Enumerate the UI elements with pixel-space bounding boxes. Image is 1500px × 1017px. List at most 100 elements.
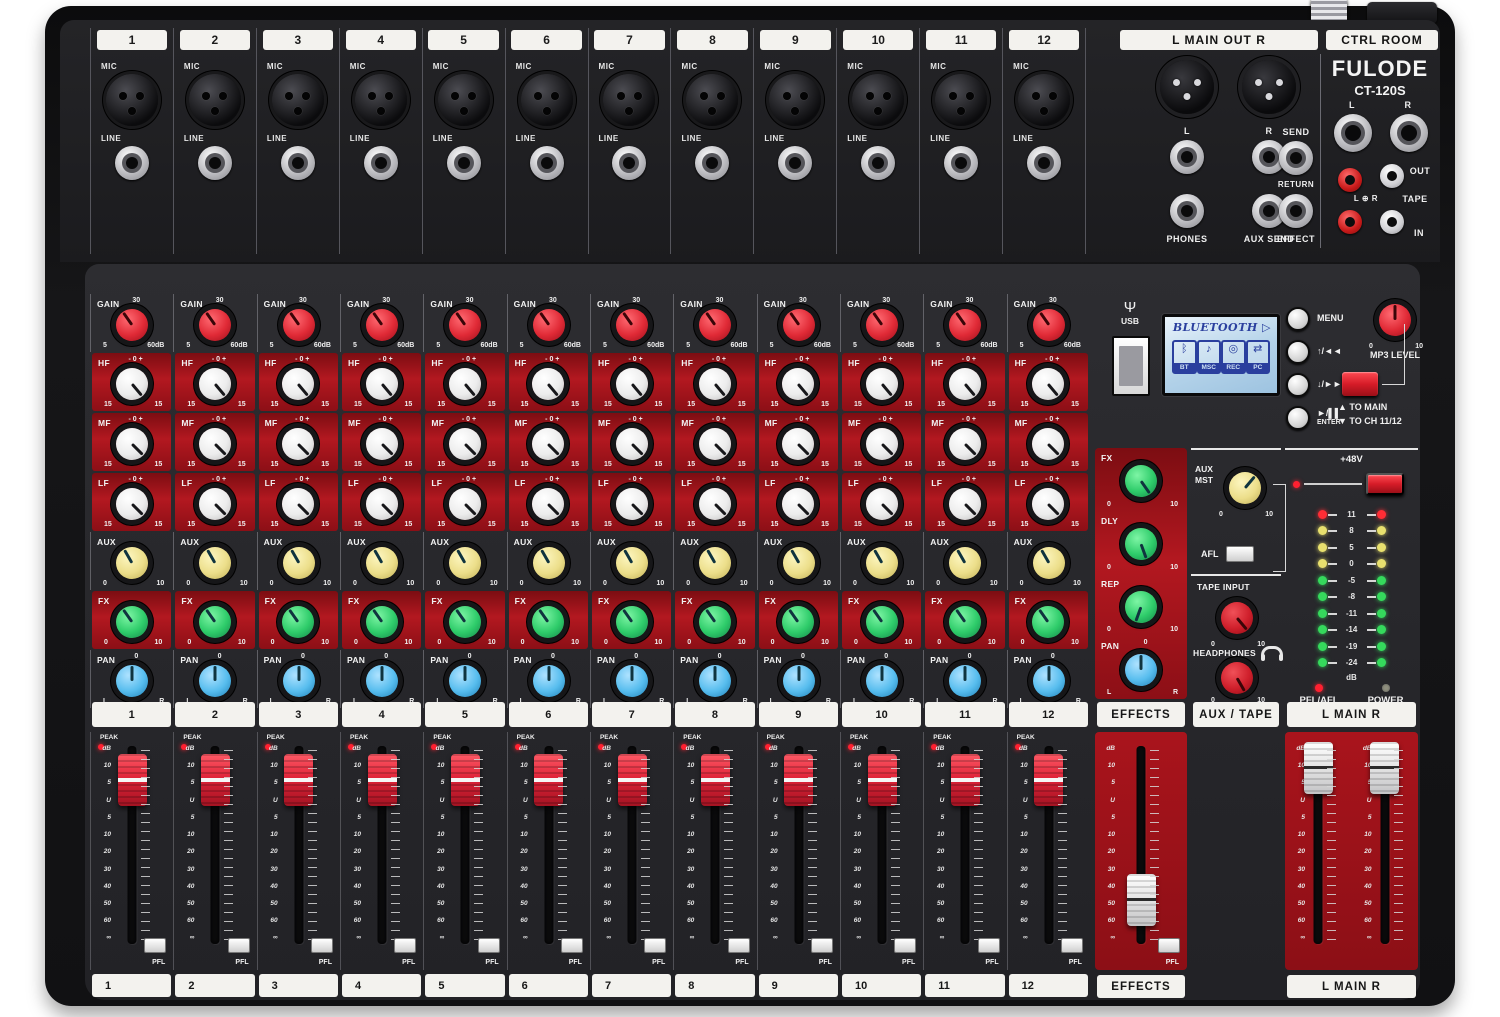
headphones-knob[interactable] bbox=[1221, 662, 1253, 694]
lf-knob[interactable] bbox=[949, 488, 981, 520]
lf-knob[interactable] bbox=[366, 488, 398, 520]
fx-knob[interactable] bbox=[699, 606, 731, 638]
mic-xlr-connector[interactable] bbox=[355, 74, 407, 126]
line-jack-connector[interactable] bbox=[115, 146, 149, 180]
fader-track[interactable] bbox=[1314, 746, 1323, 944]
lf-knob[interactable] bbox=[282, 488, 314, 520]
pfl-button[interactable] bbox=[978, 938, 1000, 953]
up-prev-button[interactable] bbox=[1286, 340, 1310, 364]
mic-xlr-connector[interactable] bbox=[438, 74, 490, 126]
gain-knob[interactable] bbox=[449, 309, 481, 341]
fx-knob[interactable] bbox=[782, 606, 814, 638]
mf-knob[interactable] bbox=[366, 428, 398, 460]
main-out-xlr-left[interactable] bbox=[1160, 60, 1214, 114]
lf-knob[interactable] bbox=[116, 488, 148, 520]
fader-track[interactable] bbox=[294, 746, 303, 944]
line-jack-connector[interactable] bbox=[530, 146, 564, 180]
hf-knob[interactable] bbox=[866, 368, 898, 400]
send-jack[interactable] bbox=[1279, 141, 1313, 175]
phantom-power-switch[interactable] bbox=[1366, 473, 1404, 495]
lf-knob[interactable] bbox=[532, 488, 564, 520]
line-jack-connector[interactable] bbox=[695, 146, 729, 180]
mf-knob[interactable] bbox=[616, 428, 648, 460]
pan-knob[interactable] bbox=[199, 665, 231, 697]
hf-knob[interactable] bbox=[282, 368, 314, 400]
ctrl-room-r-jack[interactable] bbox=[1390, 114, 1428, 152]
line-jack-connector[interactable] bbox=[364, 146, 398, 180]
gain-knob[interactable] bbox=[116, 309, 148, 341]
fader-track[interactable] bbox=[878, 746, 887, 944]
aux-knob[interactable] bbox=[866, 547, 898, 579]
rep-knob[interactable] bbox=[1125, 591, 1157, 623]
mf-knob[interactable] bbox=[449, 428, 481, 460]
hf-knob[interactable] bbox=[782, 368, 814, 400]
mf-knob[interactable] bbox=[866, 428, 898, 460]
mic-xlr-connector[interactable] bbox=[521, 74, 573, 126]
hf-knob[interactable] bbox=[366, 368, 398, 400]
mic-xlr-connector[interactable] bbox=[1018, 74, 1070, 126]
line-jack-connector[interactable] bbox=[198, 146, 232, 180]
fx-knob[interactable] bbox=[282, 606, 314, 638]
aux-knob[interactable] bbox=[533, 547, 565, 579]
gain-knob[interactable] bbox=[783, 309, 815, 341]
pan-knob[interactable] bbox=[449, 665, 481, 697]
down-next-button[interactable] bbox=[1286, 373, 1310, 397]
mf-knob[interactable] bbox=[782, 428, 814, 460]
pfl-button[interactable] bbox=[394, 938, 416, 953]
line-jack-connector[interactable] bbox=[281, 146, 315, 180]
lf-knob[interactable] bbox=[866, 488, 898, 520]
fader-track[interactable] bbox=[461, 746, 470, 944]
gain-knob[interactable] bbox=[199, 309, 231, 341]
line-jack-connector[interactable] bbox=[1027, 146, 1061, 180]
line-jack-connector[interactable] bbox=[778, 146, 812, 180]
pfl-button[interactable] bbox=[728, 938, 750, 953]
fx-knob[interactable] bbox=[449, 606, 481, 638]
mf-knob[interactable] bbox=[1032, 428, 1064, 460]
aux-knob[interactable] bbox=[699, 547, 731, 579]
aux-knob[interactable] bbox=[283, 547, 315, 579]
to-main-toggle-button[interactable] bbox=[1342, 372, 1378, 396]
mf-knob[interactable] bbox=[949, 428, 981, 460]
fx-send-knob[interactable] bbox=[1125, 465, 1157, 497]
aux-knob[interactable] bbox=[1033, 547, 1065, 579]
fx-knob[interactable] bbox=[532, 606, 564, 638]
fader-track[interactable] bbox=[794, 746, 803, 944]
mic-xlr-connector[interactable] bbox=[603, 74, 655, 126]
effect-return-jack[interactable] bbox=[1279, 194, 1313, 228]
aux-knob[interactable] bbox=[366, 547, 398, 579]
pan-knob[interactable] bbox=[366, 665, 398, 697]
ctrl-room-l-jack[interactable] bbox=[1334, 114, 1372, 152]
main-out-xlr-right[interactable] bbox=[1242, 60, 1296, 114]
mf-knob[interactable] bbox=[532, 428, 564, 460]
gain-knob[interactable] bbox=[866, 309, 898, 341]
lf-knob[interactable] bbox=[1032, 488, 1064, 520]
fader-track[interactable] bbox=[128, 746, 137, 944]
fader-track[interactable] bbox=[628, 746, 637, 944]
aux-knob[interactable] bbox=[783, 547, 815, 579]
tape-out-rca-left[interactable] bbox=[1338, 168, 1362, 192]
fx-pan-knob[interactable] bbox=[1125, 654, 1157, 686]
mic-xlr-connector[interactable] bbox=[189, 74, 241, 126]
mic-xlr-connector[interactable] bbox=[272, 74, 324, 126]
lf-knob[interactable] bbox=[699, 488, 731, 520]
pfl-button[interactable] bbox=[228, 938, 250, 953]
mic-xlr-connector[interactable] bbox=[106, 74, 158, 126]
mic-xlr-connector[interactable] bbox=[935, 74, 987, 126]
menu-button[interactable] bbox=[1286, 307, 1310, 331]
fader-track[interactable] bbox=[1137, 746, 1146, 944]
hf-knob[interactable] bbox=[699, 368, 731, 400]
tape-in-rca-left[interactable] bbox=[1338, 210, 1362, 234]
fader-track[interactable] bbox=[211, 746, 220, 944]
gain-knob[interactable] bbox=[366, 309, 398, 341]
fx-knob[interactable] bbox=[116, 606, 148, 638]
play-pause-button[interactable] bbox=[1286, 406, 1310, 430]
line-jack-connector[interactable] bbox=[447, 146, 481, 180]
mf-knob[interactable] bbox=[116, 428, 148, 460]
gain-knob[interactable] bbox=[533, 309, 565, 341]
fx-knob[interactable] bbox=[949, 606, 981, 638]
pan-knob[interactable] bbox=[866, 665, 898, 697]
pan-knob[interactable] bbox=[116, 665, 148, 697]
aux-knob[interactable] bbox=[616, 547, 648, 579]
pan-knob[interactable] bbox=[949, 665, 981, 697]
fader-track[interactable] bbox=[711, 746, 720, 944]
